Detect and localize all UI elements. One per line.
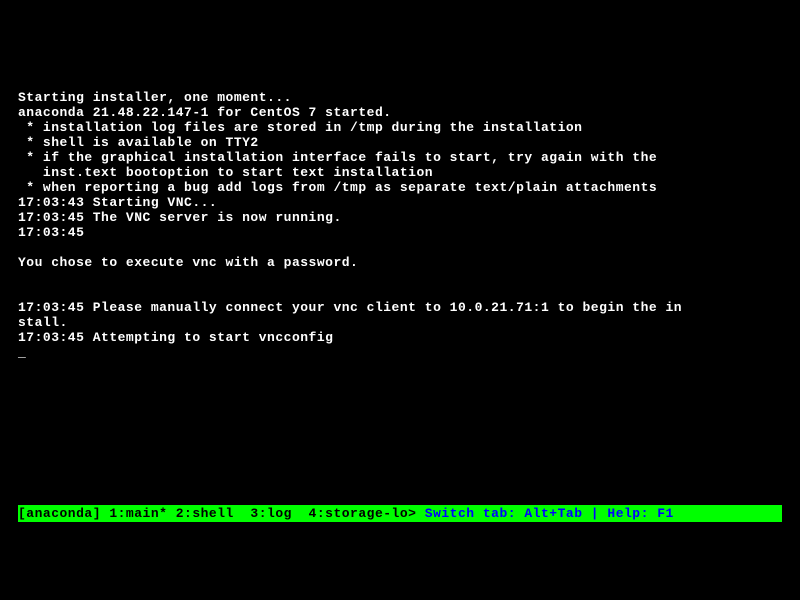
status-help-hint: Switch tab: Alt+Tab | Help: F1	[425, 505, 682, 522]
output-line	[18, 285, 790, 300]
output-line: 17:03:45 The VNC server is now running.	[18, 210, 790, 225]
output-line: * when reporting a bug add logs from /tm…	[18, 180, 790, 195]
output-line: 17:03:45 Please manually connect your vn…	[18, 300, 790, 315]
output-line: 17:03:45	[18, 225, 790, 240]
output-line	[18, 270, 790, 285]
output-line: inst.text bootoption to start text insta…	[18, 165, 790, 180]
output-line: 17:03:43 Starting VNC...	[18, 195, 790, 210]
output-line: You chose to execute vnc with a password…	[18, 255, 790, 270]
status-bar: [anaconda] 1:main* 2:shell 3:log 4:stora…	[18, 505, 782, 522]
output-line: stall.	[18, 315, 790, 330]
output-line: anaconda 21.48.22.147-1 for CentOS 7 sta…	[18, 105, 790, 120]
terminal-output: Starting installer, one moment... anacon…	[0, 0, 800, 360]
terminal-cursor[interactable]: _	[18, 345, 790, 360]
status-tabs: [anaconda] 1:main* 2:shell 3:log 4:stora…	[18, 505, 425, 522]
output-line: * installation log files are stored in /…	[18, 120, 790, 135]
output-line: 17:03:45 Attempting to start vncconfig	[18, 330, 790, 345]
output-line: * shell is available on TTY2	[18, 135, 790, 150]
output-line: * if the graphical installation interfac…	[18, 150, 790, 165]
output-line	[18, 240, 790, 255]
output-line: Starting installer, one moment...	[18, 90, 790, 105]
